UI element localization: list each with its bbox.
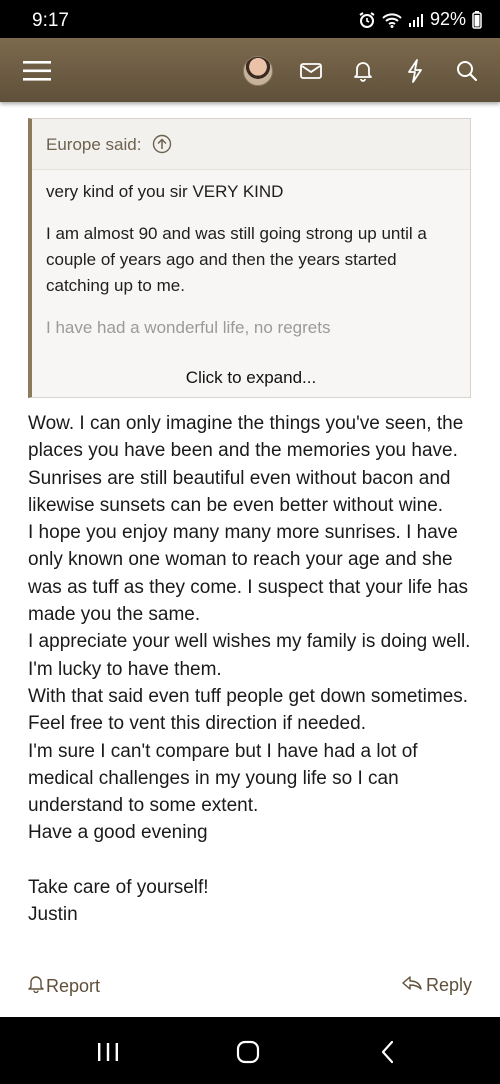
reply-label: Reply: [425, 975, 472, 995]
post-actions: Report Reply: [28, 975, 472, 1001]
post-line: I appreciate your well wishes my family …: [28, 631, 476, 680]
quote-block: Europe said: very kind of you sir VERY K…: [28, 118, 471, 398]
bell-icon: [28, 975, 44, 998]
search-icon[interactable]: [452, 56, 482, 86]
battery-icon: [472, 10, 482, 29]
nav-bar: [0, 38, 500, 102]
quote-body: very kind of you sir VERY KIND I am almo…: [46, 179, 456, 357]
click-to-expand[interactable]: Click to expand...: [32, 353, 470, 397]
reply-button[interactable]: Reply: [402, 975, 472, 996]
post-line: I'm sure I can't compare but I have had …: [28, 740, 423, 817]
mail-icon[interactable]: [296, 56, 326, 86]
post-line: With that said even tuff people get down…: [28, 685, 474, 735]
post-line: Take care of yourself!: [28, 876, 209, 898]
bell-icon[interactable]: [348, 56, 378, 86]
post-line: Wow. I can only imagine the things you'v…: [28, 413, 469, 516]
reply-icon: [402, 975, 422, 996]
alarm-icon: [358, 11, 376, 29]
report-button[interactable]: Report: [28, 975, 100, 998]
back-icon[interactable]: [373, 1039, 403, 1065]
battery-percent: 92%: [429, 9, 466, 29]
home-icon[interactable]: [233, 1039, 263, 1065]
status-time: 9:17: [32, 10, 69, 31]
post-line: Justin: [28, 904, 78, 926]
recents-icon[interactable]: [93, 1039, 123, 1065]
status-bar: 9:17 92%: [0, 0, 500, 38]
quote-paragraph: I am almost 90 and was still going stron…: [46, 224, 427, 295]
android-nav-bar: [0, 1017, 500, 1084]
post-line: I hope you enjoy many many more sunrises…: [28, 522, 474, 626]
status-icons: 92%: [358, 9, 482, 30]
arrow-up-icon[interactable]: [152, 134, 172, 154]
menu-icon[interactable]: [22, 56, 52, 86]
report-label: Report: [46, 976, 101, 996]
post-line: [28, 847, 478, 874]
wifi-icon: [382, 12, 402, 28]
post-body: Wow. I can only imagine the things you'v…: [28, 410, 478, 928]
avatar[interactable]: [243, 56, 273, 86]
signal-icon: [408, 12, 424, 28]
lightning-icon[interactable]: [400, 56, 430, 86]
quote-header: Europe said:: [32, 119, 470, 170]
post-line: Have a good evening: [28, 822, 208, 844]
quote-paragraph: I have had a wonderful life, no regrets: [46, 318, 331, 337]
quote-paragraph: very kind of you sir VERY KIND: [46, 182, 284, 201]
quote-author[interactable]: Europe said:: [46, 135, 141, 155]
